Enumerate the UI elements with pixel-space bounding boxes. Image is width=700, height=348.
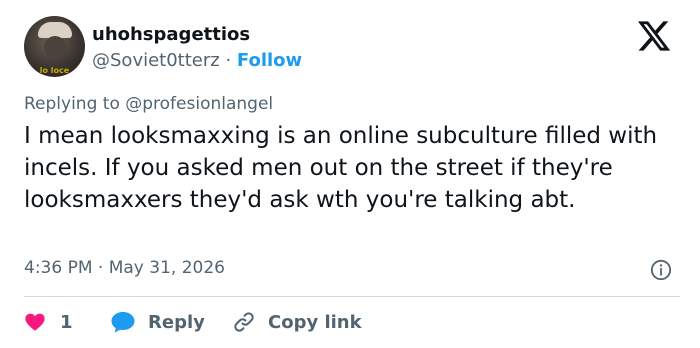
heart-icon [25, 313, 45, 331]
like-button[interactable]: 1 [24, 308, 73, 336]
avatar-caption: lo loce [39, 66, 70, 75]
reply-label: Reply [148, 311, 205, 333]
author-handle[interactable]: @Soviet0tterz [92, 50, 220, 71]
follow-button[interactable]: Follow [237, 50, 302, 71]
replying-to: Replying to @profesionlangel [24, 94, 273, 114]
like-count: 1 [60, 311, 73, 333]
tweet-card: lo loce uhohspagettios @Soviet0tterz · F… [0, 0, 700, 348]
tweet-text: I mean looksmaxxing is an online subcult… [24, 123, 658, 213]
divider [24, 296, 680, 297]
author-handle-line: @Soviet0tterz · Follow [92, 50, 302, 71]
replying-to-prefix: Replying to [24, 94, 126, 114]
avatar-face [44, 36, 66, 58]
tweet-timestamp[interactable]: 4:36 PM · May 31, 2026 [24, 258, 225, 278]
action-bar: 1 Reply Copy link [24, 308, 680, 336]
info-icon[interactable] [650, 259, 672, 281]
copy-link-label: Copy link [268, 311, 362, 333]
copy-link-button[interactable]: Copy link [232, 308, 362, 336]
speech-bubble-icon [111, 312, 135, 333]
author-display-name[interactable]: uhohspagettios [92, 24, 250, 45]
avatar[interactable]: lo loce [24, 16, 85, 77]
handle-separator: · [219, 50, 237, 71]
replying-to-mention[interactable]: @profesionlangel [125, 94, 273, 114]
reply-button[interactable]: Reply [110, 308, 205, 336]
x-logo-icon[interactable] [636, 18, 672, 54]
link-icon [234, 312, 254, 332]
